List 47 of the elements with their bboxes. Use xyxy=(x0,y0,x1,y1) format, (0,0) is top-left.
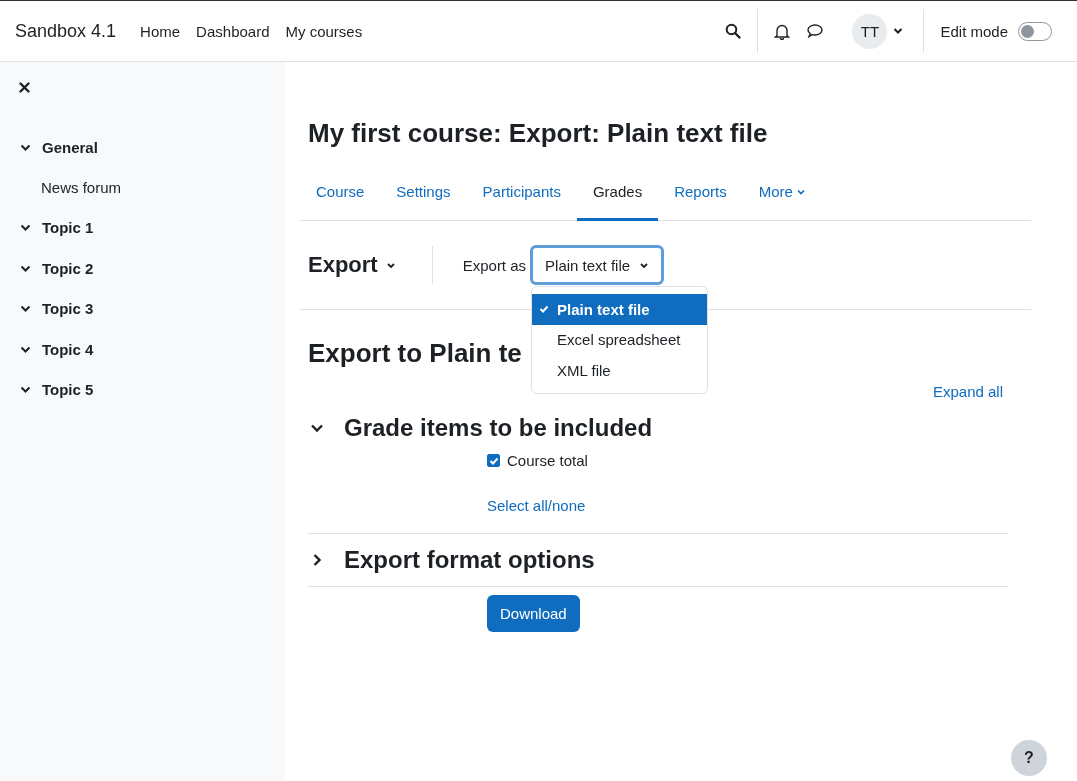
activity-link[interactable]: News forum xyxy=(41,178,122,196)
bell-icon[interactable] xyxy=(774,22,791,40)
dropdown-option[interactable]: XML file xyxy=(532,355,708,386)
section-link[interactable]: Topic 5 xyxy=(42,381,94,399)
section-link[interactable]: Topic 2 xyxy=(42,259,94,277)
user-avatar[interactable]: TT xyxy=(852,13,888,49)
section-link[interactable]: General xyxy=(42,138,98,156)
nav-tab[interactable]: Course xyxy=(300,169,381,221)
section-link[interactable]: Topic 1 xyxy=(42,219,94,237)
export-menu-button[interactable]: Export xyxy=(308,252,396,278)
caret-icon[interactable] xyxy=(639,261,650,269)
nav-tab[interactable]: Grades xyxy=(576,169,659,221)
section-heading[interactable]: Export format options xyxy=(344,546,595,574)
section-link[interactable]: Topic 3 xyxy=(42,300,94,318)
search-icon[interactable] xyxy=(725,23,742,39)
nav-tab[interactable]: More xyxy=(742,169,821,221)
check-icon xyxy=(539,305,550,314)
expand-all-link[interactable]: Expand all xyxy=(932,383,1003,400)
caret-icon[interactable] xyxy=(385,261,396,269)
export-format-select[interactable]: Plain text file xyxy=(530,245,665,285)
chevron-icon[interactable] xyxy=(20,384,31,396)
chevron-icon[interactable] xyxy=(20,222,31,234)
close-icon[interactable] xyxy=(19,82,30,93)
section-link[interactable]: Topic 4 xyxy=(42,340,94,358)
export-heading: Export to Plain te xyxy=(308,338,522,369)
nav-link[interactable]: Dashboard xyxy=(196,22,270,40)
chat-bubble-icon[interactable] xyxy=(806,23,825,39)
checkbox[interactable] xyxy=(487,454,500,467)
nav-tab[interactable]: Reports xyxy=(658,169,743,221)
chevron-icon[interactable] xyxy=(20,303,31,315)
nav-link[interactable]: My courses xyxy=(285,22,363,40)
nav-tab[interactable]: Settings xyxy=(380,169,467,221)
edit-mode-switch[interactable] xyxy=(1018,21,1052,41)
edit-mode-label: Edit mode xyxy=(940,22,1008,40)
nav-link[interactable]: Home xyxy=(140,22,181,40)
select-all-link[interactable]: Select all/none xyxy=(487,497,586,514)
page-title: My first course: Export: Plain text file xyxy=(308,118,769,149)
checkbox-label: Course total xyxy=(507,452,588,469)
download-button[interactable]: Download xyxy=(487,595,580,632)
caret-icon[interactable] xyxy=(893,27,904,35)
site-name[interactable]: Sandbox 4.1 xyxy=(15,20,117,42)
dropdown-option[interactable]: Plain text file xyxy=(532,294,708,325)
section-heading[interactable]: Grade items to be included xyxy=(344,414,653,442)
nav-tab[interactable]: Participants xyxy=(466,169,577,221)
export-as-label: Export as xyxy=(462,256,527,274)
help-button[interactable]: ? xyxy=(1011,740,1047,776)
dropdown-option[interactable]: Excel spreadsheet xyxy=(532,324,708,355)
